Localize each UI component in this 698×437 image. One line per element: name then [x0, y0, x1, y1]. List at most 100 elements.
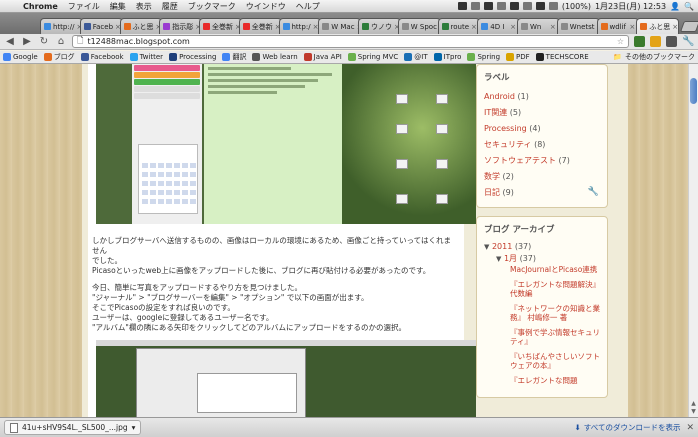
archive-year[interactable]: ▼ 2011 (37): [484, 241, 600, 253]
chevron-down-icon[interactable]: ▾: [132, 423, 136, 432]
browser-tab[interactable]: W Spoc×: [397, 18, 441, 34]
browser-tab[interactable]: http:/×: [278, 18, 322, 34]
scrollbar-thumb[interactable]: [690, 78, 697, 104]
bookmark-star-icon[interactable]: ☆: [617, 37, 624, 46]
other-bookmarks[interactable]: 📁 その他のブックマーク: [613, 52, 695, 62]
bookmark-item[interactable]: Spring MVC: [347, 53, 398, 61]
bookmark-item[interactable]: TECHSCORE: [535, 53, 589, 61]
bookmark-label[interactable]: Google: [13, 53, 38, 61]
spotlight-icon[interactable]: 🔍: [684, 2, 694, 11]
triangle-down-icon[interactable]: ▼: [496, 255, 501, 263]
bookmark-label[interactable]: Web learn: [262, 53, 297, 61]
menu-window[interactable]: ウインドウ: [241, 1, 291, 12]
bookmark-item[interactable]: ブログ: [43, 52, 75, 62]
label-link[interactable]: Android: [484, 92, 515, 101]
bookmark-item[interactable]: Spring: [467, 53, 500, 61]
archive-post-link[interactable]: MacJournalとPicaso連携: [510, 265, 600, 274]
label-item[interactable]: IT関連 (5): [484, 105, 600, 121]
bookmark-label[interactable]: PDF: [516, 53, 530, 61]
back-icon[interactable]: ◀: [4, 36, 16, 48]
status-icon[interactable]: [509, 2, 519, 10]
wrench-icon[interactable]: 🔧: [588, 187, 599, 197]
browser-tab[interactable]: route ×: [437, 18, 481, 34]
label-link[interactable]: IT関連: [484, 108, 507, 117]
battery-icon[interactable]: [548, 2, 558, 10]
close-icon[interactable]: ✕: [686, 423, 694, 433]
bookmark-label[interactable]: ブログ: [54, 52, 75, 62]
status-icon[interactable]: [483, 2, 493, 10]
bookmark-item[interactable]: @IT: [404, 53, 428, 61]
forward-icon[interactable]: ▶: [21, 36, 33, 48]
status-icon[interactable]: [496, 2, 506, 10]
menu-app-name[interactable]: Chrome: [18, 2, 63, 11]
scroll-down-arrow[interactable]: ▼: [689, 408, 698, 416]
scroll-up-arrow[interactable]: ▲: [689, 400, 698, 408]
status-icon[interactable]: [457, 2, 467, 10]
bookmark-item[interactable]: Processing: [169, 53, 216, 61]
wrench-menu-icon[interactable]: 🔧: [682, 36, 694, 48]
archive-post-link[interactable]: 『いちばんやさしいソフトウェアの本』: [510, 352, 600, 370]
label-item[interactable]: 数学 (2): [484, 169, 600, 185]
menu-file[interactable]: ファイル: [63, 1, 105, 12]
label-link[interactable]: 数学: [484, 172, 500, 181]
browser-tab[interactable]: http://×: [40, 18, 83, 34]
browser-tab[interactable]: Wn ×: [517, 18, 560, 34]
label-item[interactable]: ソフトウェアテスト (7): [484, 153, 600, 169]
bookmark-item[interactable]: Web learn: [252, 53, 298, 61]
archive-year-link[interactable]: 2011: [492, 242, 512, 251]
tab-close-icon[interactable]: ×: [471, 23, 477, 31]
download-filename[interactable]: 41u+sHV9S4L._SL500_...jpg: [22, 423, 128, 432]
clock[interactable]: 1月23日(月) 12:53: [595, 1, 666, 12]
label-item[interactable]: Android (1): [484, 89, 600, 105]
show-all-downloads-link[interactable]: ⬇ すべてのダウンロードを表示: [574, 422, 680, 433]
browser-tab[interactable]: 全巻新 ×: [199, 18, 242, 34]
bookmark-label[interactable]: Twitter: [140, 53, 163, 61]
post-screenshot-image[interactable]: [96, 64, 476, 224]
label-item[interactable]: 日記 (9): [484, 185, 600, 201]
wifi-icon[interactable]: [522, 2, 532, 10]
browser-tab[interactable]: 4D I ×: [477, 18, 520, 34]
address-url[interactable]: t12488mac.blogspot.com: [87, 37, 189, 46]
bookmark-label[interactable]: Java API: [314, 53, 342, 61]
extension-icon[interactable]: [634, 36, 645, 47]
home-icon[interactable]: ⌂: [55, 36, 67, 48]
other-bookmarks-label[interactable]: その他のブックマーク: [625, 52, 695, 62]
menu-help[interactable]: ヘルプ: [291, 1, 325, 12]
extension-icon[interactable]: [666, 36, 677, 47]
archive-post-link[interactable]: 『ネットワークの知識と業務』 村嶋修一 著: [510, 304, 600, 322]
archive-month[interactable]: ▼ 1月 (37): [484, 253, 600, 265]
tab-close-icon[interactable]: ×: [672, 23, 678, 31]
browser-tab[interactable]: W Mac×: [318, 18, 361, 34]
bookmark-item[interactable]: Facebook: [80, 53, 124, 61]
label-link[interactable]: Processing: [484, 124, 527, 133]
bookmark-item[interactable]: PDF: [506, 53, 530, 61]
browser-tab[interactable]: ふと思×: [636, 18, 679, 34]
user-icon[interactable]: 👤: [670, 2, 680, 11]
status-icon[interactable]: [470, 2, 480, 10]
browser-tab[interactable]: 全巻新 ×: [238, 18, 282, 34]
menu-bookmarks[interactable]: ブックマーク: [183, 1, 241, 12]
show-all-downloads-label[interactable]: すべてのダウンロードを表示: [584, 422, 681, 433]
label-link[interactable]: ソフトウェアテスト: [484, 156, 556, 165]
bookmark-label[interactable]: @IT: [414, 53, 427, 61]
triangle-down-icon[interactable]: ▼: [484, 243, 489, 251]
tab-close-icon[interactable]: ×: [550, 23, 556, 31]
menu-edit[interactable]: 編集: [105, 1, 131, 12]
label-link[interactable]: 日記: [484, 188, 500, 197]
archive-post-link[interactable]: 『エレガントな問題解決』代数編: [510, 280, 600, 298]
label-item[interactable]: セキュリティ (8): [484, 137, 600, 153]
vertical-scrollbar[interactable]: ▲ ▼: [688, 64, 698, 417]
bookmark-label[interactable]: ITpro: [444, 53, 462, 61]
label-link[interactable]: セキュリティ: [484, 140, 532, 149]
address-bar[interactable]: 🗋 t12488mac.blogspot.com ☆: [72, 35, 629, 48]
new-tab-button[interactable]: [679, 21, 698, 32]
bookmark-item[interactable]: Google: [3, 53, 38, 61]
download-item[interactable]: 41u+sHV9S4L._SL500_...jpg ▾: [4, 420, 142, 435]
bookmark-label[interactable]: 翻訳: [232, 52, 246, 62]
bookmark-item[interactable]: ITpro: [433, 53, 462, 61]
bookmark-label[interactable]: Facebook: [91, 53, 124, 61]
browser-tab[interactable]: ウノウ ×: [358, 18, 401, 34]
browser-tab[interactable]: wdlif ×: [596, 18, 640, 34]
extension-icon[interactable]: [650, 36, 661, 47]
archive-post-link[interactable]: 『事例で学ぶ情報セキュリティ』: [510, 328, 600, 346]
